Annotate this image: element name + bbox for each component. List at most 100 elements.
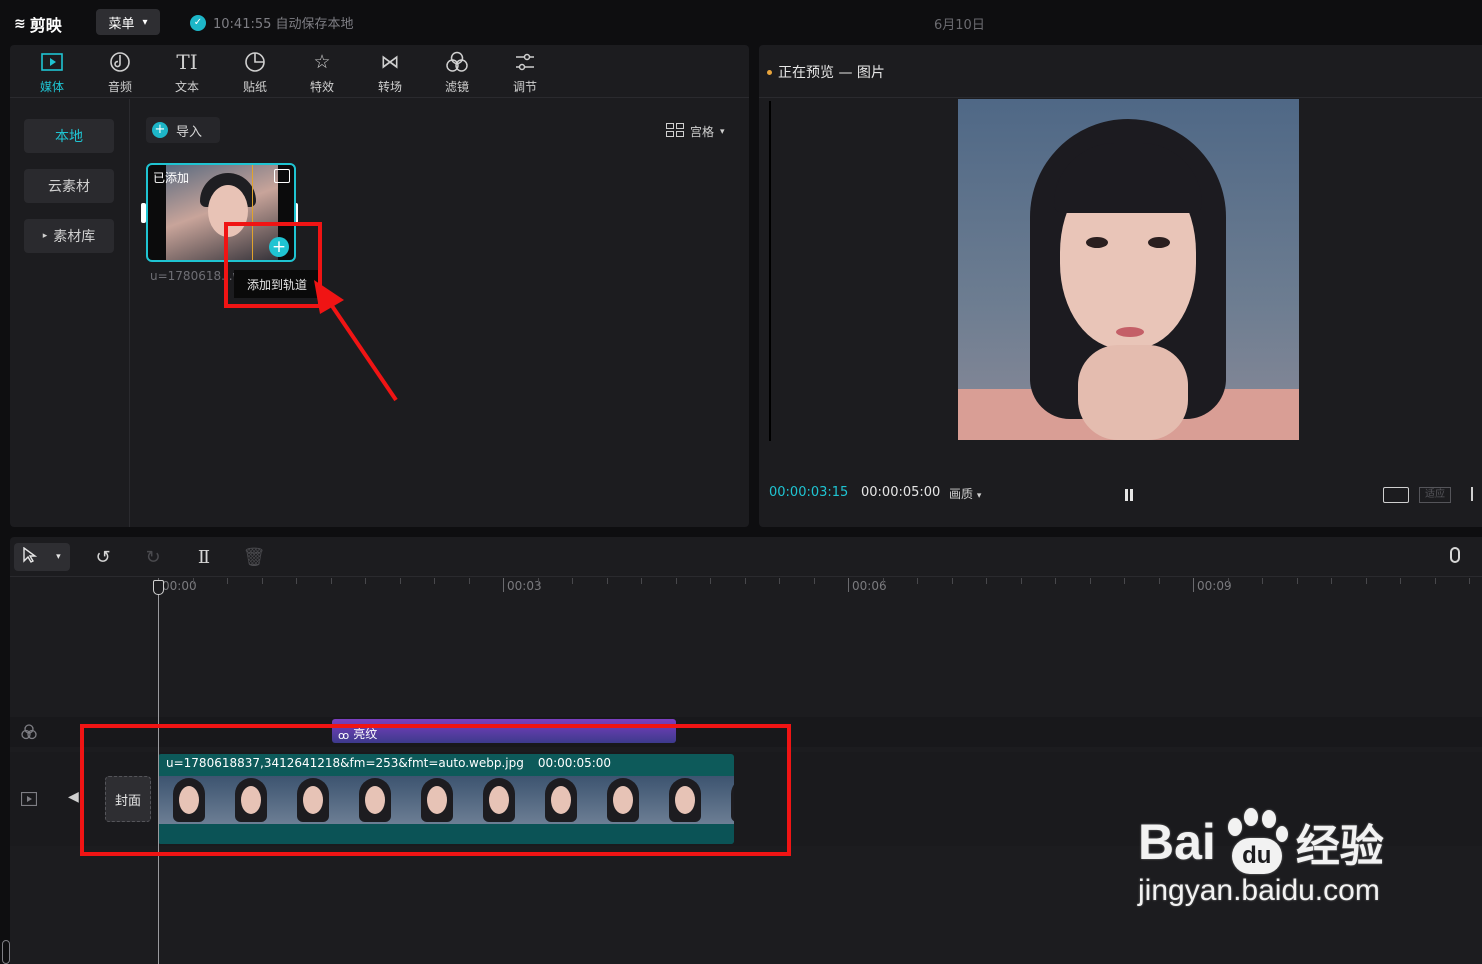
split-icon: Ⅱ — [197, 546, 211, 568]
preview-divider — [759, 97, 1482, 98]
plus-icon: + — [152, 122, 168, 138]
scroll-handle[interactable] — [2, 940, 10, 964]
ruler-label: 00:03 — [507, 579, 542, 593]
mute-icon[interactable]: ◀ — [68, 789, 79, 805]
caret-right-icon: ▸ — [42, 231, 48, 241]
waveform-icon[interactable] — [1383, 487, 1409, 503]
ruler-tick — [1124, 578, 1125, 584]
ruler-tick — [192, 578, 194, 584]
total-timecode: 00:00:05:00 — [861, 485, 941, 500]
pause-icon[interactable] — [1123, 489, 1135, 501]
ruler-tick — [434, 578, 435, 584]
ruler-tick — [1020, 578, 1022, 584]
tab-adjust[interactable]: 调节 — [495, 50, 555, 95]
ruler-tick — [537, 578, 539, 584]
fullscreen-icon[interactable] — [1471, 487, 1482, 501]
ruler-tick — [1296, 578, 1298, 584]
ruler-tick — [1434, 578, 1436, 584]
sidebar-item-library[interactable]: ▸ 素材库 — [24, 219, 114, 253]
view-mode-toggle[interactable]: 宫格 ▾ — [666, 123, 725, 140]
text-icon: TI — [176, 50, 198, 74]
tab-audio[interactable]: 音频 — [90, 50, 150, 95]
ruler-tick — [261, 578, 263, 584]
microphone-icon[interactable] — [1450, 547, 1460, 563]
ruler-tick — [468, 578, 470, 584]
video-track-icon — [20, 790, 38, 808]
ruler-tick — [1365, 578, 1367, 584]
split-button[interactable]: Ⅱ — [193, 546, 215, 568]
ruler-label: 00:09 — [1197, 579, 1232, 593]
time-ruler[interactable]: 00:00 00:03 00:06 00:09 — [10, 578, 1482, 598]
ruler-tick — [744, 578, 746, 584]
filter-track-icon — [20, 723, 38, 741]
app-logo: ≋ 剪映 — [14, 12, 62, 36]
watermark-brand: Bai — [1138, 814, 1216, 870]
ruler-tick — [710, 578, 711, 584]
delete-button[interactable]: 🗑 — [242, 546, 266, 568]
ruler-tick — [675, 578, 677, 584]
ruler-tick — [296, 578, 297, 584]
adjust-icon — [513, 50, 537, 74]
playhead-handle[interactable] — [153, 580, 164, 595]
tab-transition[interactable]: ⋈ 转场 — [360, 50, 420, 95]
watermark-suffix: 经验 — [1295, 822, 1384, 871]
tab-effects[interactable]: ☆ 特效 — [292, 50, 352, 95]
tab-text[interactable]: TI 文本 — [157, 50, 217, 95]
ruler-tick — [986, 578, 987, 584]
undo-button[interactable]: ↺ — [92, 546, 114, 568]
chevron-down-icon: ▾ — [142, 16, 148, 28]
preview-edge — [769, 101, 771, 441]
redo-icon: ↻ — [145, 546, 161, 568]
current-timecode: 00:00:03:15 — [769, 485, 849, 500]
added-badge: 已添加 — [153, 171, 190, 185]
fit-button[interactable]: 适应 — [1419, 487, 1451, 503]
tab-sticker[interactable]: 贴纸 — [225, 50, 285, 95]
app-name: 剪映 — [29, 16, 62, 35]
ruler-tick — [1158, 578, 1160, 584]
watermark-du: du — [1231, 838, 1282, 874]
import-button[interactable]: + 导入 — [146, 117, 220, 143]
sidebar-item-cloud[interactable]: 云素材 — [24, 169, 114, 203]
preview-image — [958, 99, 1299, 440]
ruler-tick — [1193, 578, 1194, 592]
grid-icon — [666, 123, 684, 140]
select-tool-dropdown[interactable]: ▾ — [14, 543, 70, 571]
tab-filter[interactable]: 滤镜 — [427, 50, 487, 95]
ruler-tick — [1089, 578, 1091, 584]
redo-button[interactable]: ↻ — [142, 546, 164, 568]
ruler-tick — [1055, 578, 1056, 584]
image-type-icon — [274, 169, 290, 183]
ruler-tick — [779, 578, 780, 584]
audio-icon — [108, 50, 132, 74]
chevron-down-icon: ▾ — [976, 491, 982, 501]
ruler-tick — [365, 578, 366, 584]
quality-dropdown[interactable]: 画质 ▾ — [949, 485, 981, 502]
undo-icon: ↺ — [95, 546, 111, 568]
ruler-tick — [227, 578, 228, 584]
ruler-label: 00:00 — [162, 579, 197, 593]
transition-icon: ⋈ — [380, 51, 400, 73]
trash-icon: 🗑 — [242, 546, 266, 568]
status-dot-icon — [767, 69, 772, 75]
ruler-tick — [1331, 578, 1332, 584]
menu-label: 菜单 — [108, 16, 135, 32]
project-date: 6月10日 — [934, 18, 985, 33]
tab-media[interactable]: 媒体 — [22, 50, 82, 95]
ruler-tick — [813, 578, 815, 584]
ruler-tick — [1400, 578, 1401, 584]
sidebar-item-local[interactable]: 本地 — [24, 119, 114, 153]
menu-button[interactable]: 菜单 ▾ — [96, 9, 160, 35]
ruler-tick — [1227, 578, 1229, 584]
ruler-tick — [951, 578, 953, 584]
ruler-tick — [572, 578, 573, 584]
sticker-icon — [243, 50, 267, 74]
chevron-down-icon: ▾ — [56, 552, 61, 562]
preview-title: 正在预览 — 图片 — [767, 62, 885, 82]
top-bar: ≋ 剪映 菜单 ▾ ✓ 10:41:55 自动保存本地 6月10日 — [0, 0, 1482, 44]
preview-panel: 正在预览 — 图片 00:00:03:15 00:00:05:00 画质 ▾ 适… — [759, 45, 1482, 527]
autosave-status: ✓ 10:41:55 自动保存本地 — [190, 13, 354, 32]
ruler-tick — [399, 578, 401, 584]
annotation-arrow — [314, 280, 398, 402]
capcut-logo-icon: ≋ — [14, 16, 26, 32]
player-controls: 00:00:03:15 00:00:05:00 画质 ▾ 适应 — [759, 481, 1482, 505]
